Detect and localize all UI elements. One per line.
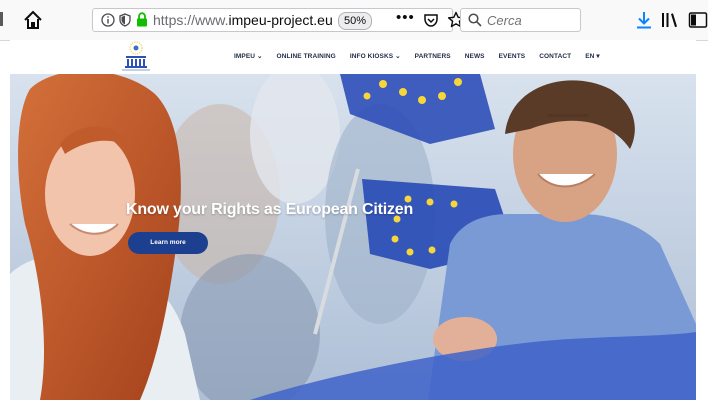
browser-toolbar: https://www.impeu-project.eu 50% ••• Cer… xyxy=(0,0,708,41)
nav-item-events[interactable]: EVENTS xyxy=(499,53,526,60)
library-icon[interactable] xyxy=(660,10,680,30)
url-prefix: https://www. xyxy=(153,12,229,28)
nav-item-news[interactable]: NEWS xyxy=(465,53,485,60)
nav-item-info-kiosks[interactable]: INFO KIOSKS ⌄ xyxy=(350,52,401,60)
sidebar-icon[interactable] xyxy=(688,11,708,29)
page-actions-menu[interactable]: ••• xyxy=(396,9,415,26)
site-header: IMPEU ⌄ ONLINE TRAINING INFO KIOSKS ⌄ PA… xyxy=(10,40,696,74)
pocket-icon[interactable] xyxy=(423,12,439,28)
nav-item-contact[interactable]: CONTACT xyxy=(539,53,571,60)
url-text[interactable]: https://www.impeu-project.eu xyxy=(153,12,333,28)
hero-title: Know your Rights as European Citizen xyxy=(126,201,414,218)
lock-icon[interactable] xyxy=(136,12,148,27)
home-icon[interactable] xyxy=(22,9,44,31)
info-icon[interactable] xyxy=(101,13,115,27)
hero-background-image xyxy=(10,74,696,400)
nav-item-impeu[interactable]: IMPEU ⌄ xyxy=(234,52,263,60)
nav-item-partners[interactable]: PARTNERS xyxy=(415,53,451,60)
learn-more-button[interactable]: Learn more xyxy=(128,232,208,254)
impeu-logo-icon[interactable] xyxy=(118,40,154,72)
window-edge xyxy=(0,12,3,26)
url-domain: impeu-project.eu xyxy=(228,12,333,28)
main-nav: IMPEU ⌄ ONLINE TRAINING INFO KIOSKS ⌄ PA… xyxy=(234,52,614,61)
download-icon[interactable] xyxy=(635,10,653,30)
search-bar[interactable]: Cerca xyxy=(460,8,581,32)
url-bar[interactable]: https://www.impeu-project.eu 50% ••• xyxy=(92,8,465,32)
zoom-indicator[interactable]: 50% xyxy=(338,12,372,30)
tracking-shield-icon[interactable] xyxy=(119,13,131,27)
nav-item-online-training[interactable]: ONLINE TRAINING xyxy=(277,53,336,60)
search-placeholder: Cerca xyxy=(487,13,522,28)
nav-item-language[interactable]: EN ▾ xyxy=(585,52,600,60)
search-icon xyxy=(468,13,482,27)
hero-banner: Know your Rights as European Citizen Lea… xyxy=(10,74,696,400)
